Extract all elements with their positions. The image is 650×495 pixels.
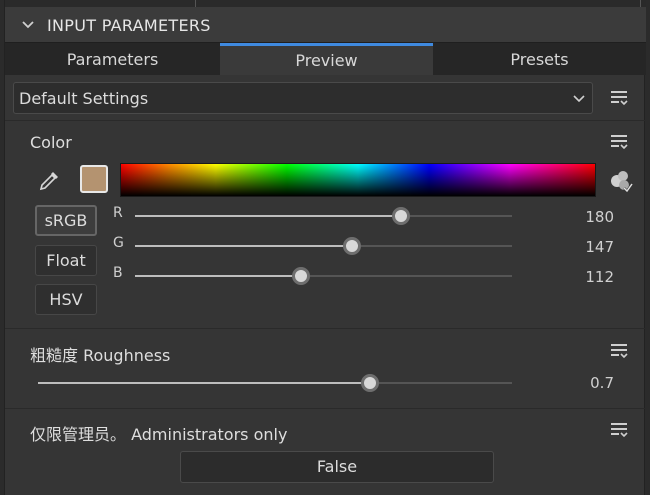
color-section: Color (5, 120, 646, 328)
channel-b-value: 112 (585, 268, 614, 286)
channel-g-label: G (113, 235, 124, 251)
mode-float-button[interactable]: Float (35, 245, 97, 276)
roughness-label: 粗糙度 Roughness (30, 346, 171, 365)
menu-options-icon[interactable] (609, 341, 629, 361)
channel-r-slider[interactable] (135, 207, 512, 225)
tab-preview[interactable]: Preview (220, 43, 433, 75)
tab-presets[interactable]: Presets (433, 43, 646, 75)
strip-divider (195, 0, 196, 7)
roughness-value: 0.7 (590, 374, 614, 392)
slider-fill (135, 215, 402, 217)
mode-hsv-button[interactable]: HSV (35, 284, 97, 315)
channel-b-label: B (113, 265, 123, 281)
preset-dropdown[interactable]: Default Settings (13, 82, 593, 114)
chevron-down-icon[interactable] (21, 18, 35, 32)
chevron-down-icon (573, 95, 585, 103)
roughness-section: 粗糙度 Roughness (5, 328, 646, 408)
strip-divider (640, 0, 641, 7)
palette-icon[interactable] (608, 168, 634, 194)
section-title: INPUT PARAMETERS (47, 16, 211, 35)
color-label: Color (30, 133, 72, 152)
eyedropper-icon[interactable] (38, 168, 62, 192)
channel-g-value: 147 (585, 238, 614, 256)
tab-parameters[interactable]: Parameters (5, 43, 220, 75)
channel-b-slider[interactable] (135, 267, 512, 285)
input-parameters-panel: INPUT PARAMETERS Parameters Preview Pres… (4, 0, 646, 495)
tab-bar: Parameters Preview Presets (5, 43, 646, 75)
menu-options-icon[interactable] (609, 420, 629, 440)
slider-fill (38, 382, 370, 384)
menu-options-icon[interactable] (609, 132, 629, 152)
preset-dropdown-value: Default Settings (19, 89, 149, 108)
channel-r-value: 180 (585, 208, 614, 226)
menu-options-icon[interactable] (609, 88, 629, 108)
channel-r-label: R (113, 205, 123, 221)
slider-fill (135, 245, 353, 247)
mode-srgb-button[interactable]: sRGB (35, 205, 97, 236)
color-spectrum-picker[interactable] (120, 163, 596, 197)
admin-label: 仅限管理员。 Administrators only (30, 425, 288, 444)
section-header[interactable]: INPUT PARAMETERS (5, 7, 646, 43)
slider-knob[interactable] (291, 267, 310, 285)
roughness-slider[interactable] (38, 374, 512, 392)
admin-toggle-button[interactable]: False (180, 451, 494, 483)
slider-fill (135, 275, 301, 277)
top-strip (5, 0, 646, 7)
slider-knob[interactable] (360, 374, 379, 392)
channel-g-slider[interactable] (135, 237, 512, 255)
color-swatch[interactable] (80, 165, 108, 193)
